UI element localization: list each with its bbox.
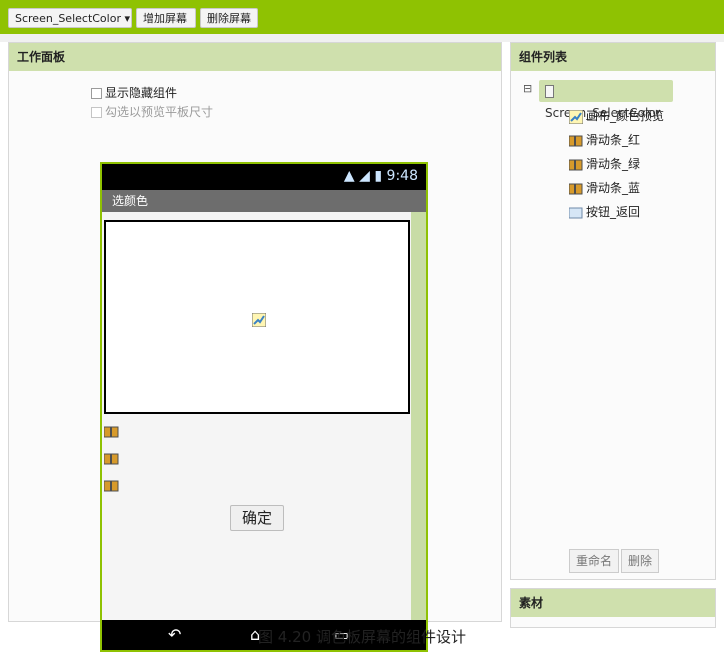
screen-selector-button[interactable]: Screen_SelectColor ▾ [8, 8, 132, 28]
component-list-panel: 组件列表 ⊟ Screen_SelectColor 画布_颜色预览 滑动条_红 … [510, 42, 716, 580]
delete-component-button[interactable]: 删除 [621, 549, 659, 573]
remove-screen-button[interactable]: 删除屏幕 [200, 8, 258, 28]
tree-item-red-slider[interactable]: 滑动条_红 [569, 131, 640, 149]
confirm-button[interactable]: 确定 [230, 505, 284, 531]
wifi-icon: ▲ [343, 168, 355, 184]
canvas-icon [569, 109, 583, 124]
tree-item-label: 滑动条_蓝 [586, 181, 641, 195]
tree-item-canvas[interactable]: 画布_颜色预览 [569, 107, 664, 125]
assets-panel: 素材 [510, 588, 716, 628]
toolbar-separator [0, 34, 724, 42]
tree-item-back-button[interactable]: 按钮_返回 [569, 203, 640, 221]
rename-button[interactable]: 重命名 [569, 549, 619, 573]
component-list-title: 组件列表 [511, 43, 715, 71]
work-panel-title: 工作面板 [9, 43, 501, 71]
show-hidden-label: 显示隐藏组件 [105, 86, 178, 100]
red-slider-icon[interactable] [104, 426, 120, 438]
screen-icon [545, 85, 554, 98]
tablet-preview-label: 勾选以预览平板尺寸 [105, 105, 214, 119]
tablet-preview-checkbox-row[interactable]: 勾选以预览平板尺寸 [91, 104, 213, 120]
signal-icon: ◢ [359, 168, 370, 184]
assets-panel-title: 素材 [511, 589, 715, 617]
show-hidden-checkbox-row[interactable]: 显示隐藏组件 [91, 85, 177, 101]
green-slider-icon[interactable] [104, 453, 120, 465]
canvas-icon [252, 313, 266, 327]
tree-item-label: 按钮_返回 [586, 205, 641, 219]
slider-icon [569, 159, 583, 170]
tree-item-label: 画布_颜色预览 [586, 109, 665, 123]
add-screen-button[interactable]: 增加屏幕 [136, 8, 196, 28]
tree-item-label: 滑动条_绿 [586, 157, 641, 171]
slider-icon [569, 183, 583, 194]
collapse-icon[interactable]: ⊟ [523, 82, 535, 95]
phone-preview: ▲ ◢ ▮ 9:48 选颜色 确定 ↶ ⌂ ▭ [100, 162, 428, 652]
status-icons: ▲ ◢ ▮ 9:48 [344, 168, 418, 184]
tree-item-label: 滑动条_红 [586, 133, 641, 147]
blue-slider-icon[interactable] [104, 480, 120, 492]
battery-icon: ▮ [374, 168, 383, 184]
tablet-preview-checkbox[interactable] [91, 107, 102, 118]
slider-icon [569, 135, 583, 146]
color-preview-canvas[interactable] [104, 220, 410, 414]
component-tree-root[interactable]: ⊟ Screen_SelectColor [523, 80, 693, 120]
show-hidden-checkbox[interactable] [91, 88, 102, 99]
work-panel: 工作面板 显示隐藏组件 勾选以预览平板尺寸 ▲ ◢ ▮ 9:48 选颜色 确定 [8, 42, 502, 652]
figure-caption: 图 4.20 调色板屏幕的组件设计 [258, 628, 466, 646]
phone-scroll-strip [411, 212, 426, 620]
button-icon [569, 207, 583, 218]
top-toolbar: Screen_SelectColor ▾ 增加屏幕 删除屏幕 [0, 0, 724, 34]
root-component[interactable]: Screen_SelectColor [539, 80, 673, 120]
tree-item-green-slider[interactable]: 滑动条_绿 [569, 155, 640, 173]
phone-status-bar: ▲ ◢ ▮ 9:48 [102, 164, 426, 190]
status-time: 9:48 [386, 168, 418, 184]
tree-item-blue-slider[interactable]: 滑动条_蓝 [569, 179, 640, 197]
screen-title: 选颜色 [102, 190, 426, 212]
